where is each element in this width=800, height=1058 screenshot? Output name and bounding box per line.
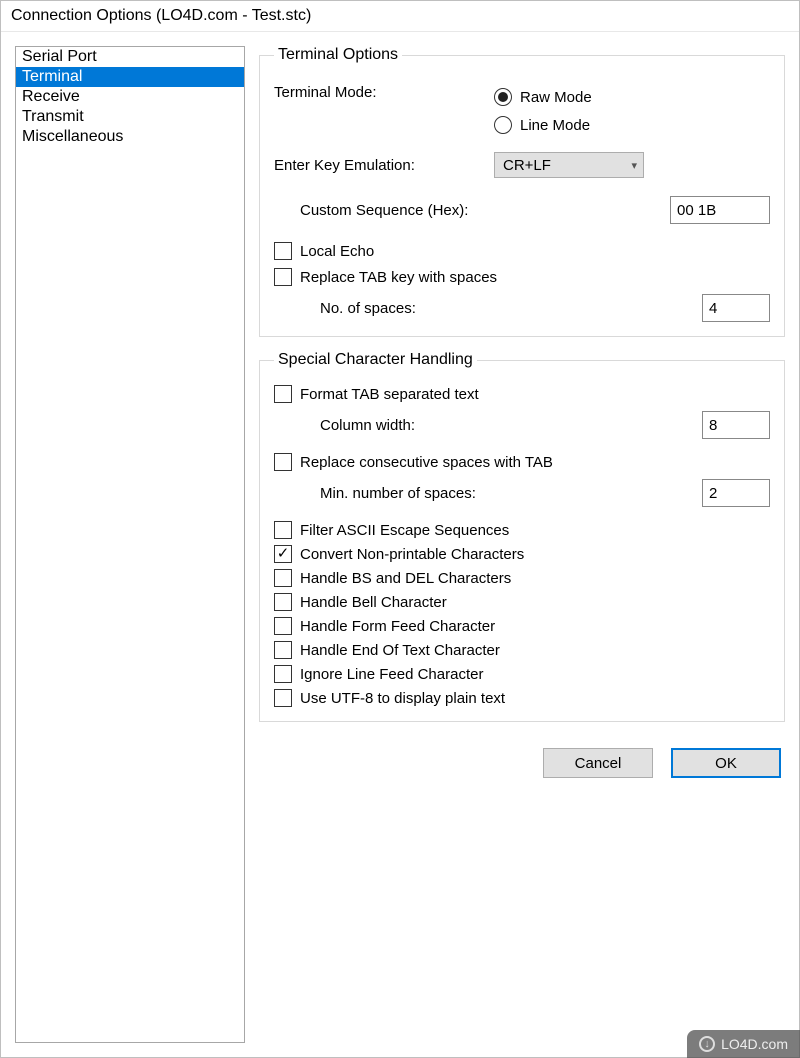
filter-escape-checkbox[interactable]: Filter ASCII Escape Sequences	[274, 521, 770, 539]
category-list[interactable]: Serial Port Terminal Receive Transmit Mi…	[15, 46, 245, 1043]
special-char-group: Special Character Handling Format TAB se…	[259, 351, 785, 722]
terminal-options-group: Terminal Options Terminal Mode: Raw Mode…	[259, 46, 785, 337]
checkbox-label: Local Echo	[300, 243, 374, 260]
checkbox-icon	[274, 689, 292, 707]
col-width-label: Column width:	[320, 417, 702, 434]
checkbox-icon	[274, 453, 292, 471]
checkbox-icon	[274, 242, 292, 260]
ok-button[interactable]: OK	[671, 748, 781, 778]
replace-tab-checkbox[interactable]: Replace TAB key with spaces	[274, 268, 770, 286]
watermark: ↓ LO4D.com	[687, 1030, 800, 1058]
checkbox-label: Handle End Of Text Character	[300, 642, 500, 659]
custom-seq-input[interactable]: 00 1B	[670, 196, 770, 224]
special-char-legend: Special Character Handling	[274, 351, 477, 369]
checkbox-label: Replace TAB key with spaces	[300, 269, 497, 286]
radio-raw-mode[interactable]: Raw Mode	[494, 88, 592, 106]
radio-icon	[494, 116, 512, 134]
window-title: Connection Options (LO4D.com - Test.stc)	[1, 1, 799, 32]
convert-np-checkbox[interactable]: Convert Non-printable Characters	[274, 545, 770, 563]
radio-label: Raw Mode	[520, 89, 592, 106]
sidebar-item-transmit[interactable]: Transmit	[16, 107, 244, 127]
replace-spaces-checkbox[interactable]: Replace consecutive spaces with TAB	[274, 453, 770, 471]
checkbox-icon	[274, 521, 292, 539]
checkbox-label: Handle BS and DEL Characters	[300, 570, 511, 587]
col-width-input[interactable]: 8	[702, 411, 770, 439]
sidebar-item-serial-port[interactable]: Serial Port	[16, 47, 244, 67]
handle-bs-checkbox[interactable]: Handle BS and DEL Characters	[274, 569, 770, 587]
checkbox-label: Convert Non-printable Characters	[300, 546, 524, 563]
checkbox-label: Ignore Line Feed Character	[300, 666, 483, 683]
radio-line-mode[interactable]: Line Mode	[494, 116, 592, 134]
custom-seq-label: Custom Sequence (Hex):	[300, 202, 670, 219]
dialog-window: Connection Options (LO4D.com - Test.stc)…	[0, 0, 800, 1058]
checkbox-icon	[274, 641, 292, 659]
min-spaces-input[interactable]: 2	[702, 479, 770, 507]
local-echo-checkbox[interactable]: Local Echo	[274, 242, 770, 260]
download-icon: ↓	[699, 1036, 715, 1052]
num-spaces-label: No. of spaces:	[320, 300, 702, 317]
checkbox-icon	[274, 268, 292, 286]
sidebar-item-receive[interactable]: Receive	[16, 87, 244, 107]
terminal-mode-label: Terminal Mode:	[274, 82, 494, 101]
handle-eot-checkbox[interactable]: Handle End Of Text Character	[274, 641, 770, 659]
sidebar-item-miscellaneous[interactable]: Miscellaneous	[16, 127, 244, 147]
checkbox-icon	[274, 665, 292, 683]
format-tab-checkbox[interactable]: Format TAB separated text	[274, 385, 770, 403]
handle-ff-checkbox[interactable]: Handle Form Feed Character	[274, 617, 770, 635]
checkbox-label: Handle Form Feed Character	[300, 618, 495, 635]
terminal-options-legend: Terminal Options	[274, 46, 402, 64]
chevron-down-icon: ▾	[631, 159, 637, 172]
checkbox-label: Format TAB separated text	[300, 386, 479, 403]
handle-bell-checkbox[interactable]: Handle Bell Character	[274, 593, 770, 611]
checkbox-icon	[274, 617, 292, 635]
checkbox-label: Handle Bell Character	[300, 594, 447, 611]
use-utf8-checkbox[interactable]: Use UTF-8 to display plain text	[274, 689, 770, 707]
radio-label: Line Mode	[520, 117, 590, 134]
checkbox-label: Use UTF-8 to display plain text	[300, 690, 505, 707]
checkbox-icon	[274, 569, 292, 587]
min-spaces-label: Min. number of spaces:	[320, 485, 702, 502]
num-spaces-input[interactable]: 4	[702, 294, 770, 322]
select-value: CR+LF	[503, 157, 551, 174]
enter-key-select[interactable]: CR+LF ▾	[494, 152, 644, 178]
checkbox-icon	[274, 593, 292, 611]
checkbox-icon	[274, 545, 292, 563]
checkbox-label: Replace consecutive spaces with TAB	[300, 454, 553, 471]
client-area: Serial Port Terminal Receive Transmit Mi…	[1, 32, 799, 1057]
ignore-lf-checkbox[interactable]: Ignore Line Feed Character	[274, 665, 770, 683]
radio-icon	[494, 88, 512, 106]
sidebar-item-terminal[interactable]: Terminal	[16, 67, 244, 87]
checkbox-label: Filter ASCII Escape Sequences	[300, 522, 509, 539]
enter-key-label: Enter Key Emulation:	[274, 157, 494, 174]
content-panel: Terminal Options Terminal Mode: Raw Mode…	[259, 46, 785, 1043]
checkbox-icon	[274, 385, 292, 403]
dialog-buttons: Cancel OK	[259, 736, 785, 782]
cancel-button[interactable]: Cancel	[543, 748, 653, 778]
